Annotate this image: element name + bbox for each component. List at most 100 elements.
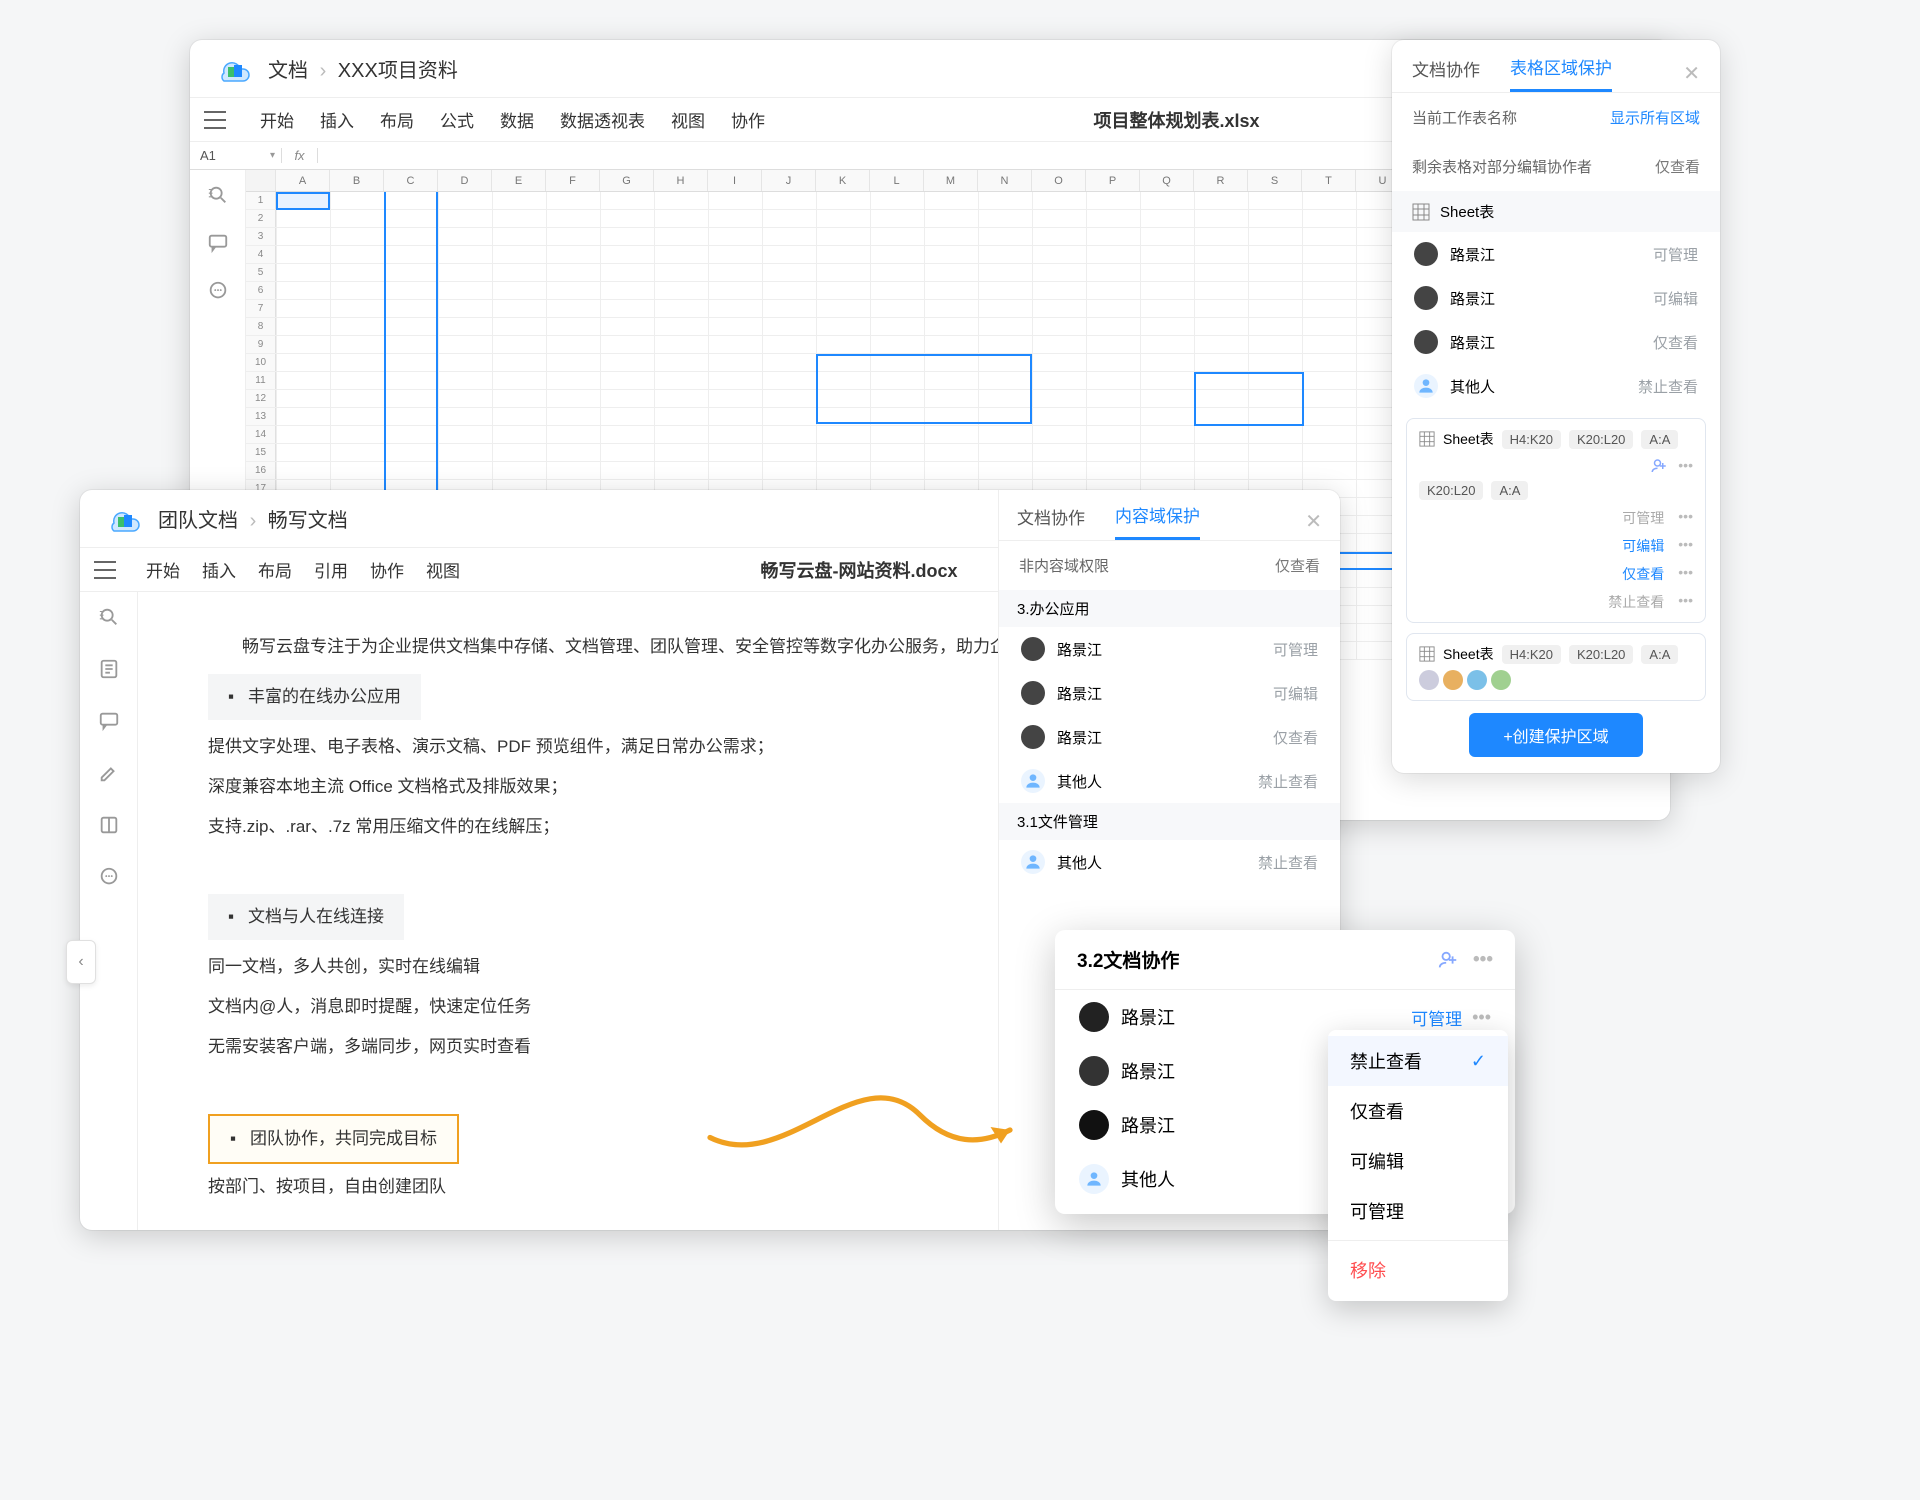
perm-label[interactable]: 禁止查看 <box>1258 771 1318 792</box>
menu-view[interactable]: 视图 <box>426 557 460 582</box>
breadcrumb-root[interactable]: 文档 <box>268 60 308 82</box>
more-icon[interactable]: ••• <box>1678 564 1693 584</box>
add-person-icon[interactable] <box>1437 949 1459 971</box>
menu-start[interactable]: 开始 <box>146 557 180 582</box>
avatar <box>1414 242 1438 266</box>
app-logo-icon <box>104 505 144 533</box>
menu-formula[interactable]: 公式 <box>440 107 474 132</box>
range-card-1[interactable]: Sheet表 H4:K20 K20:L20 A:A ••• K20:L20 A:… <box>1406 418 1706 623</box>
tab-doc-collab[interactable]: 文档协作 <box>1017 504 1085 539</box>
chat-icon[interactable] <box>98 866 120 888</box>
outline-icon[interactable] <box>98 658 120 680</box>
comment-icon[interactable] <box>207 232 229 254</box>
perm-label[interactable]: 仅查看 <box>1653 332 1698 353</box>
menu-collab[interactable]: 协作 <box>731 107 765 132</box>
others-label: 其他人 <box>1057 771 1102 792</box>
avatars-row <box>1419 670 1693 690</box>
menu-ref[interactable]: 引用 <box>314 557 348 582</box>
tab-range-protect[interactable]: 表格区域保护 <box>1510 54 1612 92</box>
perm-option[interactable]: 可管理 <box>1622 508 1664 528</box>
perm-label[interactable]: 仅查看 <box>1273 727 1318 748</box>
menu-start[interactable]: 开始 <box>260 107 294 132</box>
create-protect-range-button[interactable]: +创建保护区域 <box>1469 713 1642 757</box>
avatar <box>1414 286 1438 310</box>
check-icon: ✓ <box>1471 1051 1486 1072</box>
more-icon[interactable]: ••• <box>1473 949 1493 971</box>
range-card-2[interactable]: Sheet表 H4:K20 K20:L20 A:A <box>1406 633 1706 701</box>
range-tag: A:A <box>1641 645 1678 664</box>
comment-icon[interactable] <box>98 710 120 732</box>
more-icon[interactable]: ••• <box>1678 508 1693 528</box>
breadcrumb-root[interactable]: 团队文档 <box>158 510 238 532</box>
menu-layout[interactable]: 布局 <box>258 557 292 582</box>
perm-label[interactable]: 禁止查看 <box>1258 852 1318 873</box>
non-content-label: 非内容域权限 <box>1019 555 1109 576</box>
more-icon[interactable]: ••• <box>1678 592 1693 612</box>
others-label: 其他人 <box>1057 852 1102 873</box>
perm-label[interactable]: 可编辑 <box>1273 683 1318 704</box>
menu-view[interactable]: 视图 <box>671 107 705 132</box>
search-icon[interactable] <box>98 606 120 628</box>
remaining-perm-value: 仅查看 <box>1655 156 1700 177</box>
perm-label[interactable]: 可管理 <box>1273 639 1318 660</box>
hamburger-icon[interactable] <box>94 561 116 579</box>
chat-icon[interactable] <box>207 280 229 302</box>
sheet-doc-title: 项目整体规划表.xlsx <box>1093 107 1259 133</box>
user-name: 路景江 <box>1450 332 1495 353</box>
menu-insert[interactable]: 插入 <box>320 107 354 132</box>
breadcrumb-current[interactable]: 畅写文档 <box>268 510 348 532</box>
perm-option-view[interactable]: 仅查看 <box>1328 1086 1508 1136</box>
fx-label: fx <box>282 148 318 163</box>
tab-doc-collab[interactable]: 文档协作 <box>1412 56 1480 91</box>
more-icon[interactable]: ••• <box>1472 1007 1491 1028</box>
breadcrumb-current[interactable]: XXX项目资料 <box>338 60 458 82</box>
perm-option-manage[interactable]: 可管理 <box>1328 1186 1508 1236</box>
menu-insert[interactable]: 插入 <box>202 557 236 582</box>
add-person-icon[interactable] <box>1650 457 1668 475</box>
show-all-ranges-link[interactable]: 显示所有区域 <box>1610 107 1700 128</box>
perm-option[interactable]: 可编辑 <box>1622 536 1664 556</box>
more-icon[interactable]: ••• <box>1678 457 1693 475</box>
user-name: 路景江 <box>1121 1058 1175 1084</box>
book-icon[interactable] <box>98 814 120 836</box>
perm-option[interactable]: 仅查看 <box>1622 564 1664 584</box>
edit-icon[interactable] <box>98 762 120 784</box>
user-name: 路景江 <box>1121 1112 1175 1138</box>
others-icon <box>1414 374 1438 398</box>
close-icon[interactable]: ✕ <box>1305 509 1322 534</box>
menu-pivot[interactable]: 数据透视表 <box>560 107 645 132</box>
avatar <box>1079 1056 1109 1086</box>
range-tag: H4:K20 <box>1502 430 1561 449</box>
menu-collab[interactable]: 协作 <box>370 557 404 582</box>
perm-option-forbid[interactable]: 禁止查看✓ <box>1328 1036 1508 1086</box>
section-3-title: 3.办公应用 <box>999 590 1340 627</box>
collapse-handle-icon[interactable]: ‹ <box>66 940 96 984</box>
perm-option-edit[interactable]: 可编辑 <box>1328 1136 1508 1186</box>
perm-label[interactable]: 可编辑 <box>1653 288 1698 309</box>
breadcrumb: 团队文档 › 畅写文档 <box>158 504 348 533</box>
menu-layout[interactable]: 布局 <box>380 107 414 132</box>
range-tag: A:A <box>1641 430 1678 449</box>
close-icon[interactable]: ✕ <box>1683 61 1700 86</box>
section-31-title: 3.1文件管理 <box>999 803 1340 840</box>
more-icon[interactable]: ••• <box>1678 536 1693 556</box>
menu-data[interactable]: 数据 <box>500 107 534 132</box>
range-tag: H4:K20 <box>1502 645 1561 664</box>
avatar <box>1079 1110 1109 1140</box>
cell-name-box[interactable]: A1 <box>190 148 282 163</box>
non-content-perm[interactable]: 仅查看 <box>1275 555 1320 576</box>
perm-option-remove[interactable]: 移除 <box>1328 1245 1508 1295</box>
hamburger-icon[interactable] <box>204 111 226 129</box>
current-sheet-label: 当前工作表名称 <box>1412 107 1517 128</box>
tab-content-protect[interactable]: 内容域保护 <box>1115 502 1200 540</box>
range-tag: A:A <box>1491 481 1528 500</box>
search-icon[interactable] <box>207 184 229 206</box>
avatar <box>1021 637 1045 661</box>
user-name: 路景江 <box>1057 727 1102 748</box>
perm-label[interactable]: 可管理 <box>1653 244 1698 265</box>
perm-option[interactable]: 禁止查看 <box>1608 592 1664 612</box>
perm-label[interactable]: 可管理 <box>1411 1005 1462 1030</box>
perm-label[interactable]: 禁止查看 <box>1638 376 1698 397</box>
doc-bullet: 文档与人在线连接 <box>208 894 404 940</box>
others-icon <box>1021 850 1045 874</box>
